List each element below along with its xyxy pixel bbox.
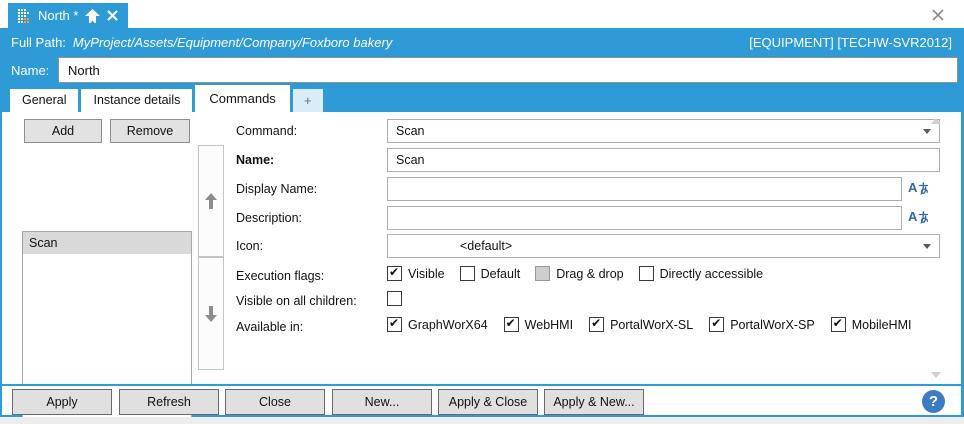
tab-add[interactable]: +: [293, 89, 323, 112]
checkbox-default[interactable]: Default: [460, 266, 521, 281]
checkbox-box[interactable]: [589, 317, 604, 332]
full-path-value: MyProject/Assets/Equipment/Company/Foxbo…: [73, 35, 392, 50]
command-name-label: Name:: [236, 153, 274, 167]
tab-general[interactable]: General: [10, 89, 78, 112]
icon-label: Icon:: [236, 239, 263, 253]
list-item-scan[interactable]: Scan: [23, 232, 191, 254]
checkbox-box[interactable]: [535, 266, 550, 281]
checkbox-box[interactable]: [709, 317, 724, 332]
tab-instance-details[interactable]: Instance details: [81, 89, 192, 112]
checkbox-visible[interactable]: Visible: [387, 266, 445, 281]
tab-strip: General Instance details Commands +: [2, 84, 961, 112]
arrow-up-icon: [205, 193, 217, 209]
name-row: Name: North: [2, 56, 961, 84]
move-down-button[interactable]: [198, 257, 224, 370]
visible-children-label: Visible on all children:: [236, 294, 357, 308]
chevron-down-icon[interactable]: [923, 244, 931, 249]
icon-combobox[interactable]: <default>: [387, 234, 940, 258]
checkbox-mobilehmi[interactable]: MobileHMI: [831, 317, 912, 332]
checkbox-box[interactable]: [387, 291, 402, 306]
checkbox-box[interactable]: [504, 317, 519, 332]
checkbox-portalworx-sp[interactable]: PortalWorX-SP: [709, 317, 815, 332]
apply-button[interactable]: Apply: [12, 389, 112, 415]
window-close-icon[interactable]: [930, 7, 946, 23]
context-info: [EQUIPMENT] [TECHW-SVR2012]: [749, 35, 952, 50]
icon-value: <default>: [460, 239, 512, 253]
checkbox-visible-children[interactable]: [387, 291, 402, 306]
new-button[interactable]: New...: [332, 389, 432, 415]
display-name-input[interactable]: [387, 177, 902, 201]
help-button[interactable]: ?: [922, 390, 945, 413]
apply-close-button[interactable]: Apply & Close: [438, 389, 538, 415]
localize-icon[interactable]: A: [908, 180, 929, 195]
add-button[interactable]: Add: [24, 119, 102, 143]
execution-flags-label: Execution flags:: [236, 269, 324, 283]
command-value: Scan: [396, 124, 425, 138]
command-combobox[interactable]: Scan: [387, 119, 940, 143]
description-input[interactable]: [387, 206, 902, 230]
available-in-label: Available in:: [236, 320, 303, 334]
equipment-icon: [18, 9, 31, 23]
checkbox-box[interactable]: [831, 317, 846, 332]
scroll-down-icon[interactable]: [931, 372, 941, 378]
hiragana-a-glyph: [918, 211, 929, 224]
execution-flags-row: Visible Default Drag & drop Directly acc…: [387, 266, 763, 281]
document-tab-bar: North *: [0, 0, 964, 28]
command-name-input[interactable]: Scan: [387, 148, 940, 172]
full-path-label: Full Path:: [11, 35, 66, 50]
localize-icon[interactable]: A: [908, 209, 929, 224]
full-path-row: Full Path: MyProject/Assets/Equipment/Co…: [2, 28, 961, 56]
navigate-up-icon[interactable]: [85, 9, 100, 23]
move-up-button[interactable]: [198, 145, 224, 257]
checkbox-directly-accessible[interactable]: Directly accessible: [639, 266, 764, 281]
status-strip: [0, 417, 964, 424]
refresh-button[interactable]: Refresh: [119, 389, 219, 415]
scroll-up-icon[interactable]: [931, 118, 941, 124]
name-label: Name:: [2, 63, 58, 78]
visible-children-row: [387, 291, 402, 306]
display-name-label: Display Name:: [236, 182, 317, 196]
checkbox-box[interactable]: [387, 317, 402, 332]
checkbox-graphworx64[interactable]: GraphWorX64: [387, 317, 488, 332]
name-input[interactable]: North: [58, 57, 958, 83]
checkbox-webhmi[interactable]: WebHMI: [504, 317, 573, 332]
apply-new-button[interactable]: Apply & New...: [544, 389, 644, 415]
hiragana-a-glyph: [918, 182, 929, 195]
workbench-window: North * Full Path: MyProject/Assets/Equi…: [0, 0, 964, 424]
footer-button-bar: Apply Refresh Close New... Apply & Close…: [2, 386, 961, 415]
checkbox-box[interactable]: [387, 266, 402, 281]
checkbox-drag-drop[interactable]: Drag & drop: [535, 266, 623, 281]
close-button[interactable]: Close: [225, 389, 325, 415]
commands-tab-content: Add Remove Scan Command: Scan: [2, 112, 961, 384]
command-label: Command:: [236, 124, 297, 138]
available-in-row: GraphWorX64 WebHMI PortalWorX-SL PortalW…: [387, 317, 911, 332]
tab-close-icon[interactable]: [107, 10, 118, 21]
description-label: Description:: [236, 211, 302, 225]
document-tab-north[interactable]: North *: [8, 3, 128, 28]
checkbox-box[interactable]: [639, 266, 654, 281]
arrow-down-icon: [205, 306, 217, 322]
chevron-down-icon[interactable]: [923, 129, 931, 134]
tab-commands[interactable]: Commands: [195, 85, 289, 112]
remove-button[interactable]: Remove: [110, 119, 190, 143]
document-tab-title: North *: [38, 8, 78, 23]
checkbox-portalworx-sl[interactable]: PortalWorX-SL: [589, 317, 693, 332]
checkbox-box[interactable]: [460, 266, 475, 281]
equipment-editor-dialog: Full Path: MyProject/Assets/Equipment/Co…: [0, 28, 964, 417]
